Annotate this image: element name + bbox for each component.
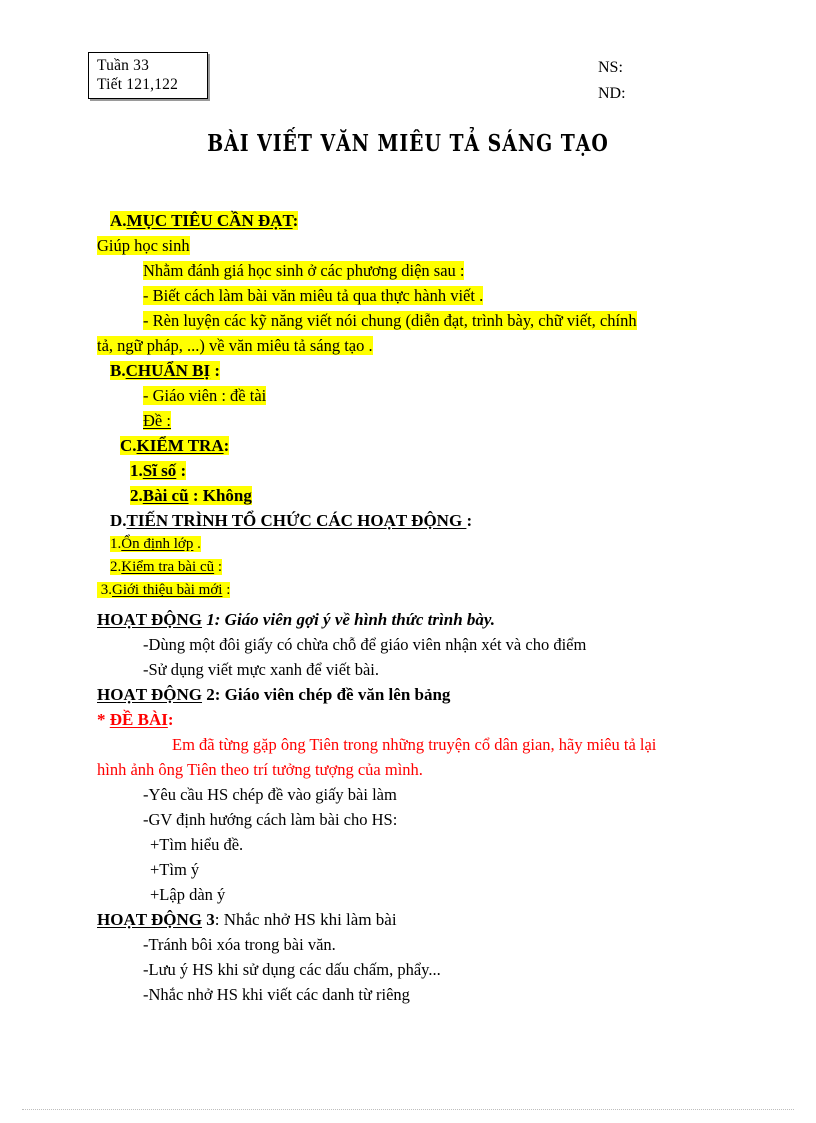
activity-2-head-label: HOẠT ĐỘNG (97, 685, 203, 704)
activity-1-head-label: HOẠT ĐỘNG (97, 610, 203, 629)
activity-1-number: 1 (202, 610, 215, 629)
page-title: BÀI VIẾT VĂN MIÊU TẢ SÁNG TẠO (207, 130, 609, 157)
section-a-line-3-text: - Biết cách làm bài văn miêu tả qua thực… (143, 286, 484, 305)
guidance-line-4: +Tìm ý (150, 860, 200, 879)
section-c-item-1: 1.Sĩ số : (0, 458, 816, 483)
section-c-item-2-colon: : (188, 486, 199, 505)
document-page: Tuần 33 Tiết 121,122 NS: ND: BÀI VIẾT VĂ… (0, 0, 816, 1123)
section-d-item-1-num: 1. (110, 536, 122, 552)
section-d-heading: D.TIẾN TRÌNH TỔ CHỨC CÁC HOẠT ĐỘNG : (0, 508, 816, 533)
activity-2-number: 2 (202, 685, 215, 704)
section-a-line-5: tả, ngữ pháp, ...) về văn miêu tả sáng t… (0, 333, 816, 358)
section-c-item-1-num: 1. (130, 461, 143, 480)
section-a-line-2-text: Nhằm đánh giá học sinh ở các phương diện… (143, 261, 465, 280)
de-bai-paragraph-line-1: Em đã từng gặp ông Tiên trong những truy… (172, 735, 657, 754)
activity-2-rest: : Giáo viên chép đề văn lên bảng (214, 685, 451, 704)
section-d-colon: : (466, 511, 473, 530)
section-c-item-2-value: Không (198, 486, 252, 505)
activity-3-bullet-2: -Lưu ý HS khi sử dụng các dấu chấm, phẩy… (143, 960, 441, 979)
date-fields: NS: ND: (598, 55, 626, 107)
section-d-title: TIẾN TRÌNH TỔ CHỨC CÁC HOẠT ĐỘNG (126, 511, 467, 530)
guidance-line-1: -Yêu cầu HS chép đề vào giấy bài làm (143, 785, 397, 804)
section-c-label: C. (120, 436, 137, 455)
section-a-line-2: Nhằm đánh giá học sinh ở các phương diện… (0, 258, 816, 283)
guidance-line-2: -GV định hướng cách làm bài cho HS: (143, 810, 398, 829)
de-bai-star: * (97, 710, 110, 729)
de-bai-label: ĐỀ BÀI (109, 710, 168, 729)
activity-3-number: 3 (202, 910, 215, 929)
ns-label: NS: (598, 59, 623, 76)
section-c-item-2-num: 2. (130, 486, 143, 505)
activity-1-heading: HOẠT ĐỘNG 1: Giáo viên gợi ý về hình thứ… (0, 602, 816, 632)
document-body: A.MỤC TIÊU CẦN ĐẠT: Giúp học sinh Nhằm đ… (0, 208, 816, 1007)
section-b-line-2-text: Đề : (143, 411, 171, 430)
section-b-title: CHUẨN BỊ (125, 361, 211, 380)
activity-2-heading: HOẠT ĐỘNG 2: Giáo viên chép đề văn lên b… (0, 682, 816, 707)
section-d-item-2-label: Kiểm tra bài cũ (121, 559, 215, 575)
activity-3-heading: HOẠT ĐỘNG 3: Nhắc nhở HS khi làm bài (0, 907, 816, 932)
section-a-line-1-text: Giúp học sinh (97, 236, 190, 255)
activity-1-bullet-1: -Dùng một đôi giấy có chừa chỗ để giáo v… (143, 635, 587, 654)
section-a-heading: A.MỤC TIÊU CẦN ĐẠT: (0, 208, 816, 233)
nd-label: ND: (598, 85, 626, 102)
guidance-line-3: +Tìm hiểu đề. (150, 835, 244, 854)
section-a-title: MỤC TIÊU CẦN ĐẠT (126, 211, 293, 230)
week-period-box: Tuần 33 Tiết 121,122 (88, 52, 208, 99)
section-b-line-1: - Giáo viên : đề tài (0, 383, 816, 408)
section-c-item-2: 2.Bài cũ : Không (0, 483, 816, 508)
de-bai-paragraph-line-2: hình ảnh ông Tiên theo trí tưởng tượng c… (97, 760, 423, 779)
section-a-label: A. (110, 211, 127, 230)
section-c-item-1-colon: : (176, 461, 187, 480)
section-a-line-1: Giúp học sinh (0, 233, 816, 258)
section-b-line-1-text: - Giáo viên : đề tài (143, 386, 267, 405)
section-d-item-1-label: Ổn định lớp (121, 536, 194, 552)
section-c-title: KIỂM TRA (136, 436, 224, 455)
section-d-item-3: 3.Giới thiệu bài mới : (0, 579, 816, 602)
section-b-heading: B.CHUẨN BỊ : (0, 358, 816, 383)
section-a-line-3: - Biết cách làm bài văn miêu tả qua thực… (0, 283, 816, 308)
section-d-item-2-trail: : (214, 559, 223, 575)
section-d-item-3-trail: : (222, 582, 231, 598)
section-b-line-2: Đề : (0, 408, 816, 433)
section-a-colon: : (292, 211, 299, 230)
section-c-heading: C.KIỂM TRA: (0, 433, 816, 458)
guidance-line-5: +Lập dàn ý (150, 885, 226, 904)
activity-3-bullet-3: -Nhắc nhở HS khi viết các danh từ riêng (143, 985, 410, 1004)
period-label: Tiết 121,122 (97, 76, 179, 93)
section-d-item-1-trail: . (193, 536, 201, 552)
section-c-item-2-label: Bài cũ (142, 486, 189, 505)
section-a-line-4: - Rèn luyện các kỹ năng viết nói chung (… (0, 308, 816, 333)
section-b-colon: : (210, 361, 221, 380)
section-c-item-1-label: Sĩ số (142, 461, 177, 480)
section-d-item-1: 1.Ổn định lớp . (0, 533, 816, 556)
week-label: Tuần 33 (97, 57, 150, 74)
section-a-line-4-text: - Rèn luyện các kỹ năng viết nói chung (… (143, 311, 637, 330)
activity-3-bullet-1: -Tránh bôi xóa trong bài văn. (143, 935, 336, 954)
activity-1-bullet-2: -Sử dụng viết mực xanh để viết bài. (143, 660, 380, 679)
section-b-label: B. (110, 361, 126, 380)
section-d-label: D. (110, 511, 127, 530)
section-d-item-2-num: 2. (110, 559, 122, 575)
section-a-line-5-text: tả, ngữ pháp, ...) về văn miêu tả sáng t… (97, 336, 373, 355)
footer-divider (22, 1109, 794, 1110)
section-d-item-2: 2.Kiểm tra bài cũ : (0, 556, 816, 579)
de-bai-heading: * ĐỀ BÀI: (0, 707, 816, 732)
activity-1-rest: : Giáo viên gợi ý về hình thức trình bày… (214, 610, 496, 629)
de-bai-colon: : (167, 710, 174, 729)
section-d-item-3-num: 3. (100, 582, 112, 598)
section-d-item-3-label: Giới thiệu bài mới (112, 582, 223, 598)
activity-3-rest: : Nhắc nhở HS khi làm bài (214, 910, 397, 929)
activity-3-head-label: HOẠT ĐỘNG (97, 910, 203, 929)
section-c-colon: : (223, 436, 230, 455)
